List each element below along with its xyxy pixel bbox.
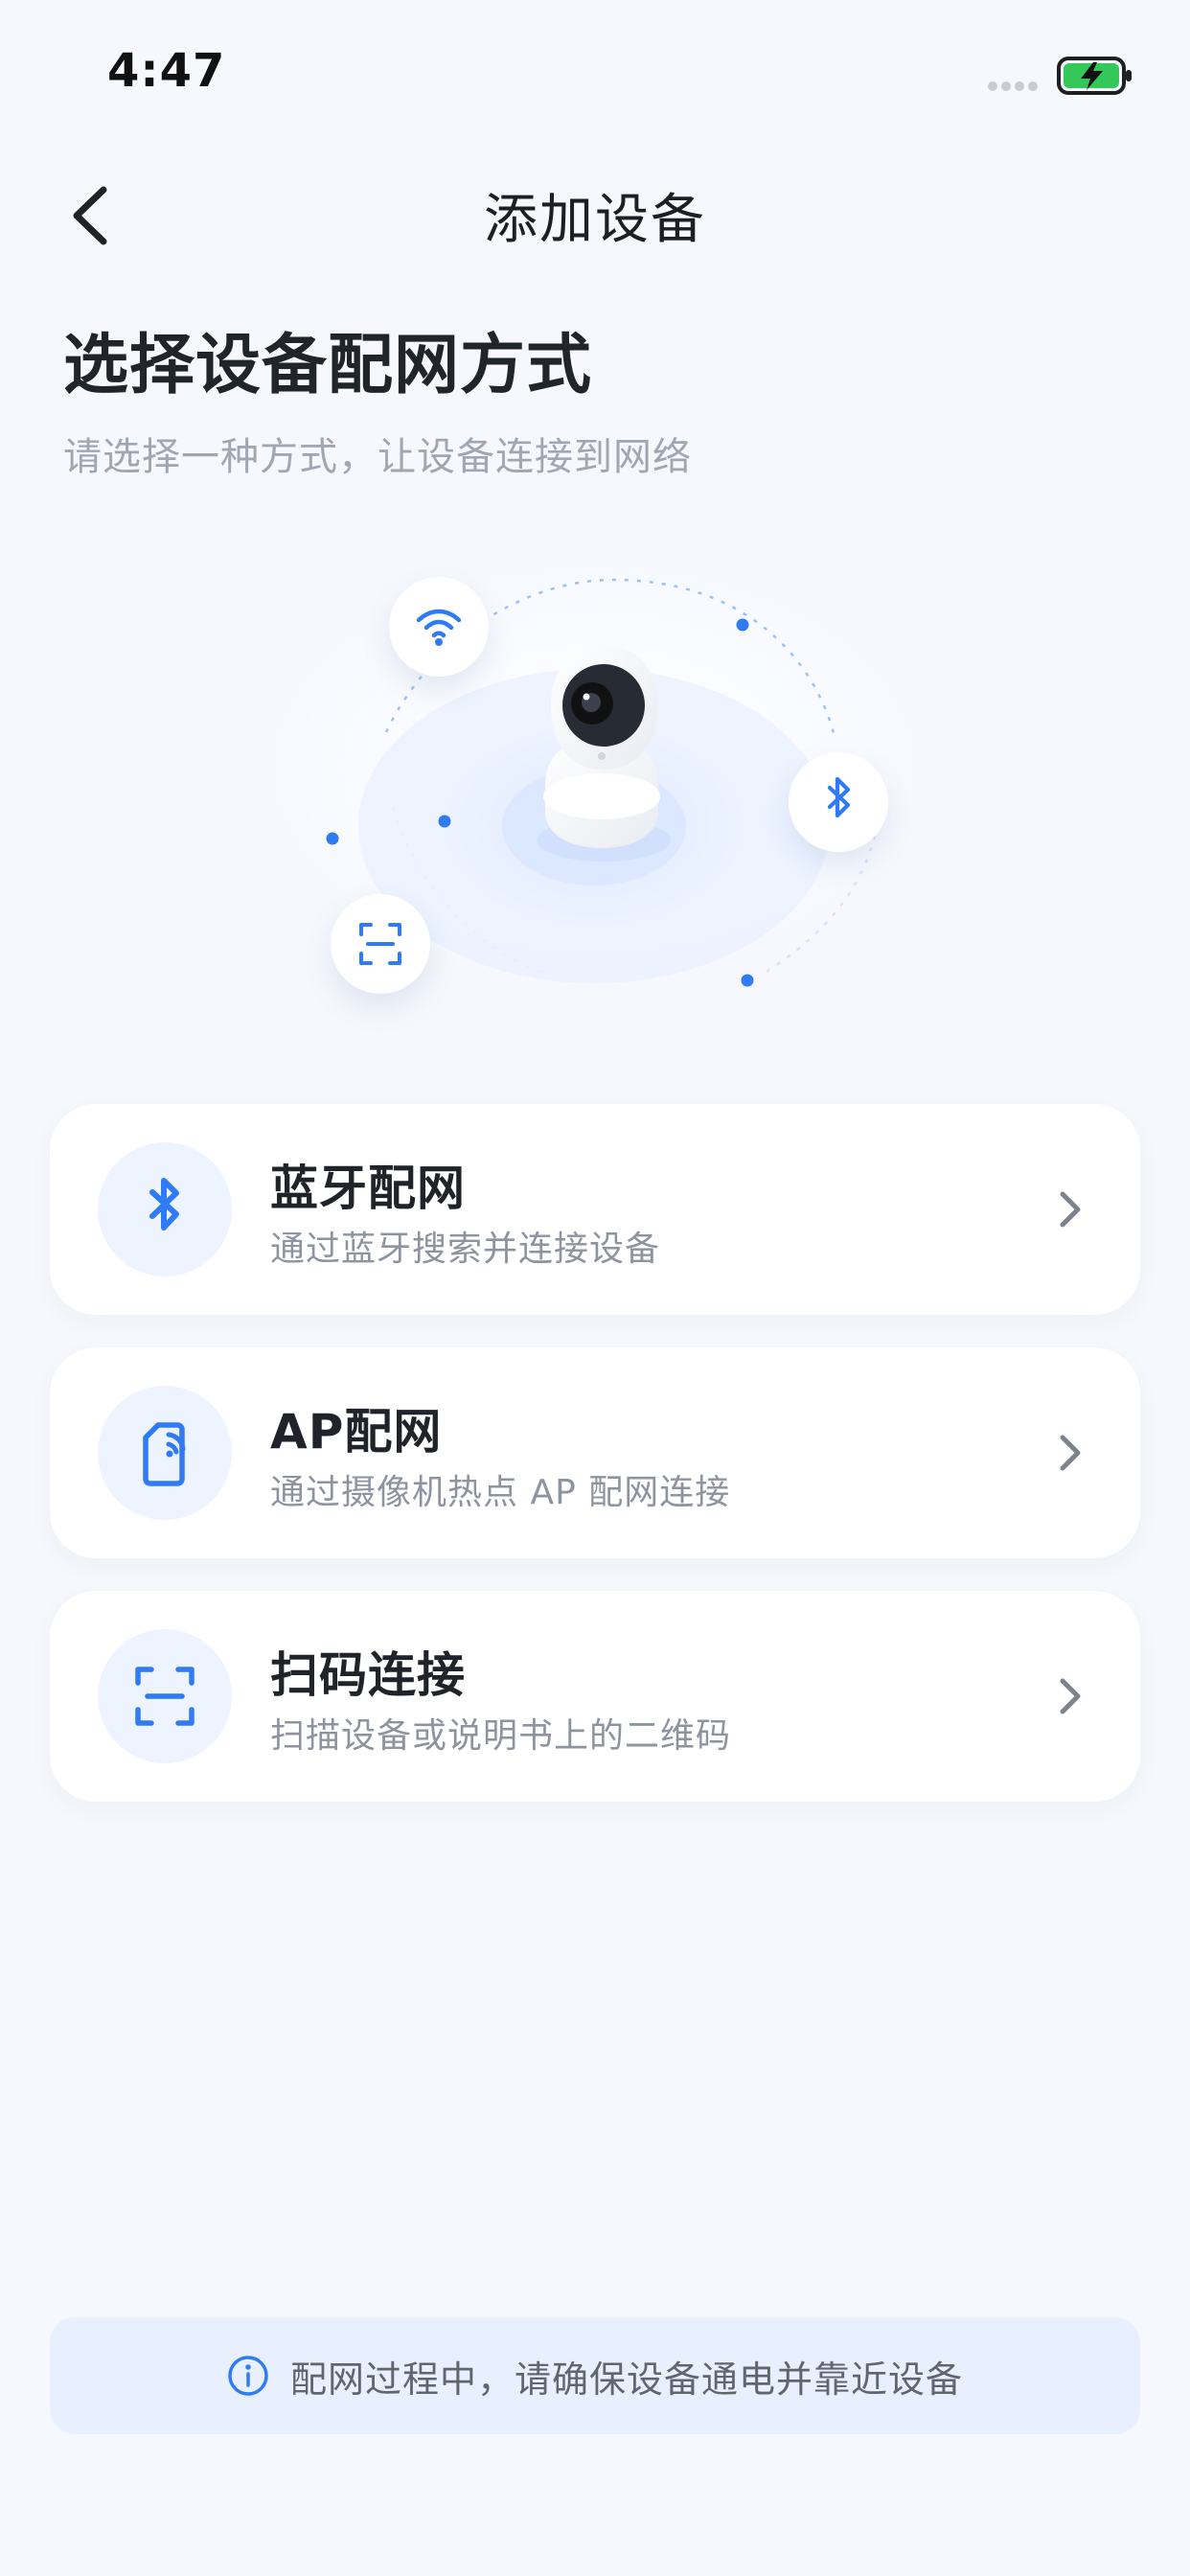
info-icon [228, 2356, 268, 2396]
page-header-title: 添加设备 [484, 189, 706, 251]
illustration-art [206, 527, 982, 1006]
chevron-right-icon [1060, 1678, 1081, 1714]
wifi-icon [416, 609, 462, 646]
status-time: 4:47 [107, 44, 226, 98]
bluetooth-badge [789, 752, 888, 852]
notice-text: 配网过程中，请确保设备通电并靠近设备 [289, 2358, 963, 2401]
signal-icon [988, 81, 1038, 91]
wifi-badge [389, 577, 489, 677]
option-description: 通过摄像机热点 AP 配网连接 [270, 1473, 731, 1512]
option-title: AP配网 [270, 1404, 443, 1460]
blue-dot [326, 832, 339, 845]
scan-badge [331, 894, 430, 994]
ap-signal-icon [143, 1422, 186, 1486]
chevron-right-icon [1060, 1191, 1081, 1228]
ap-option-card[interactable]: AP配网 通过摄像机热点 AP 配网连接 [50, 1347, 1140, 1558]
scan-option-card[interactable]: 扫码连接 扫描设备或说明书上的二维码 [50, 1591, 1140, 1802]
scan-icon [135, 1667, 195, 1726]
network-setup-notice: 配网过程中，请确保设备通电并靠近设备 [50, 2317, 1140, 2434]
blue-dot [741, 974, 754, 987]
scan-option-icon-container [98, 1629, 232, 1763]
bluetooth-option-icon-container [98, 1142, 232, 1276]
status-bar: 4:47 [0, 0, 1190, 134]
bluetooth-icon [827, 776, 851, 818]
option-title: 蓝牙配网 [270, 1161, 466, 1216]
network-options-list: 蓝牙配网 通过蓝牙搜索并连接设备 AP配网 通过摄像机热点 AP 配网连接 扫码… [50, 1104, 1140, 1834]
option-description: 通过蓝牙搜索并连接设备 [270, 1230, 661, 1269]
blue-dot [736, 618, 749, 632]
navigation-bar: 添加设备 [0, 153, 1190, 268]
battery-icon [1057, 57, 1132, 95]
page-subtitle: 请选择一种方式，让设备连接到网络 [63, 435, 692, 479]
bluetooth-icon [149, 1178, 179, 1230]
chevron-right-icon [1060, 1435, 1081, 1471]
scan-icon [359, 923, 401, 965]
blue-dot [438, 815, 451, 828]
page-title: 选择设备配网方式 [63, 328, 593, 403]
option-description: 扫描设备或说明书上的二维码 [270, 1716, 732, 1756]
bluetooth-option-card[interactable]: 蓝牙配网 通过蓝牙搜索并连接设备 [50, 1104, 1140, 1315]
option-title: 扫码连接 [270, 1647, 466, 1703]
ap-option-icon-container [98, 1386, 232, 1520]
network-setup-illustration [206, 518, 996, 1025]
intro-section: 选择设备配网方式 请选择一种方式，让设备连接到网络 [63, 311, 1117, 481]
